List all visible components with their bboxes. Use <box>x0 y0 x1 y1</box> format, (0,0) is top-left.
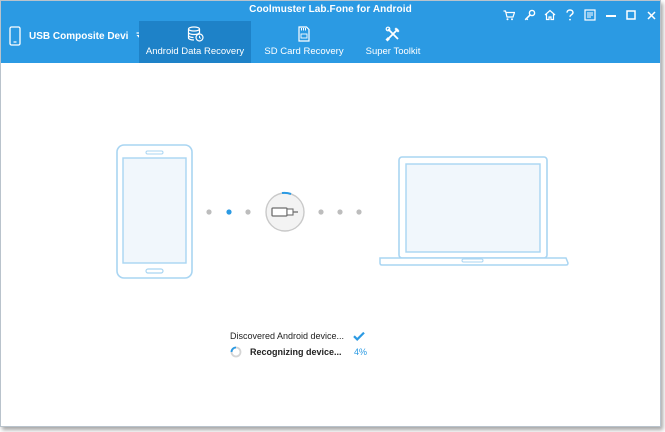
device-name: USB Composite Devi <box>29 30 129 42</box>
checkmark-icon <box>353 331 365 341</box>
discovered-status-text: Discovered Android device... <box>230 331 345 341</box>
phone-icon <box>9 26 21 46</box>
tab-label: Android Data Recovery <box>145 46 245 57</box>
close-icon[interactable] <box>643 7 659 23</box>
usb-connector-icon <box>265 191 305 232</box>
recognizing-status-text: Recognizing device... <box>250 347 342 357</box>
loading-spinner-icon <box>230 346 242 358</box>
device-selector[interactable]: USB Composite Devi <box>9 23 145 49</box>
key-icon[interactable] <box>522 7 538 23</box>
cart-icon[interactable] <box>501 7 517 23</box>
header-bar: Coolmuster Lab.Fone for Android USB Comp… <box>1 1 660 63</box>
minimize-icon[interactable] <box>603 7 619 23</box>
home-icon[interactable] <box>542 7 558 23</box>
feedback-icon[interactable] <box>582 7 598 23</box>
tab-super-toolkit[interactable]: Super Toolkit <box>337 21 449 63</box>
database-icon <box>187 26 204 42</box>
phone-illustration <box>116 144 193 279</box>
connection-illustration <box>116 144 569 279</box>
progress-percent: 4% <box>354 347 368 357</box>
maximize-icon[interactable] <box>623 7 639 23</box>
laptop-illustration <box>379 156 569 266</box>
tools-icon <box>385 26 400 42</box>
help-icon[interactable] <box>562 7 578 23</box>
sd-card-icon <box>298 26 310 42</box>
app-window: Coolmuster Lab.Fone for Android USB Comp… <box>0 0 661 427</box>
tab-label: Super Toolkit <box>365 46 421 57</box>
tab-android-data-recovery[interactable]: Android Data Recovery <box>139 21 251 63</box>
